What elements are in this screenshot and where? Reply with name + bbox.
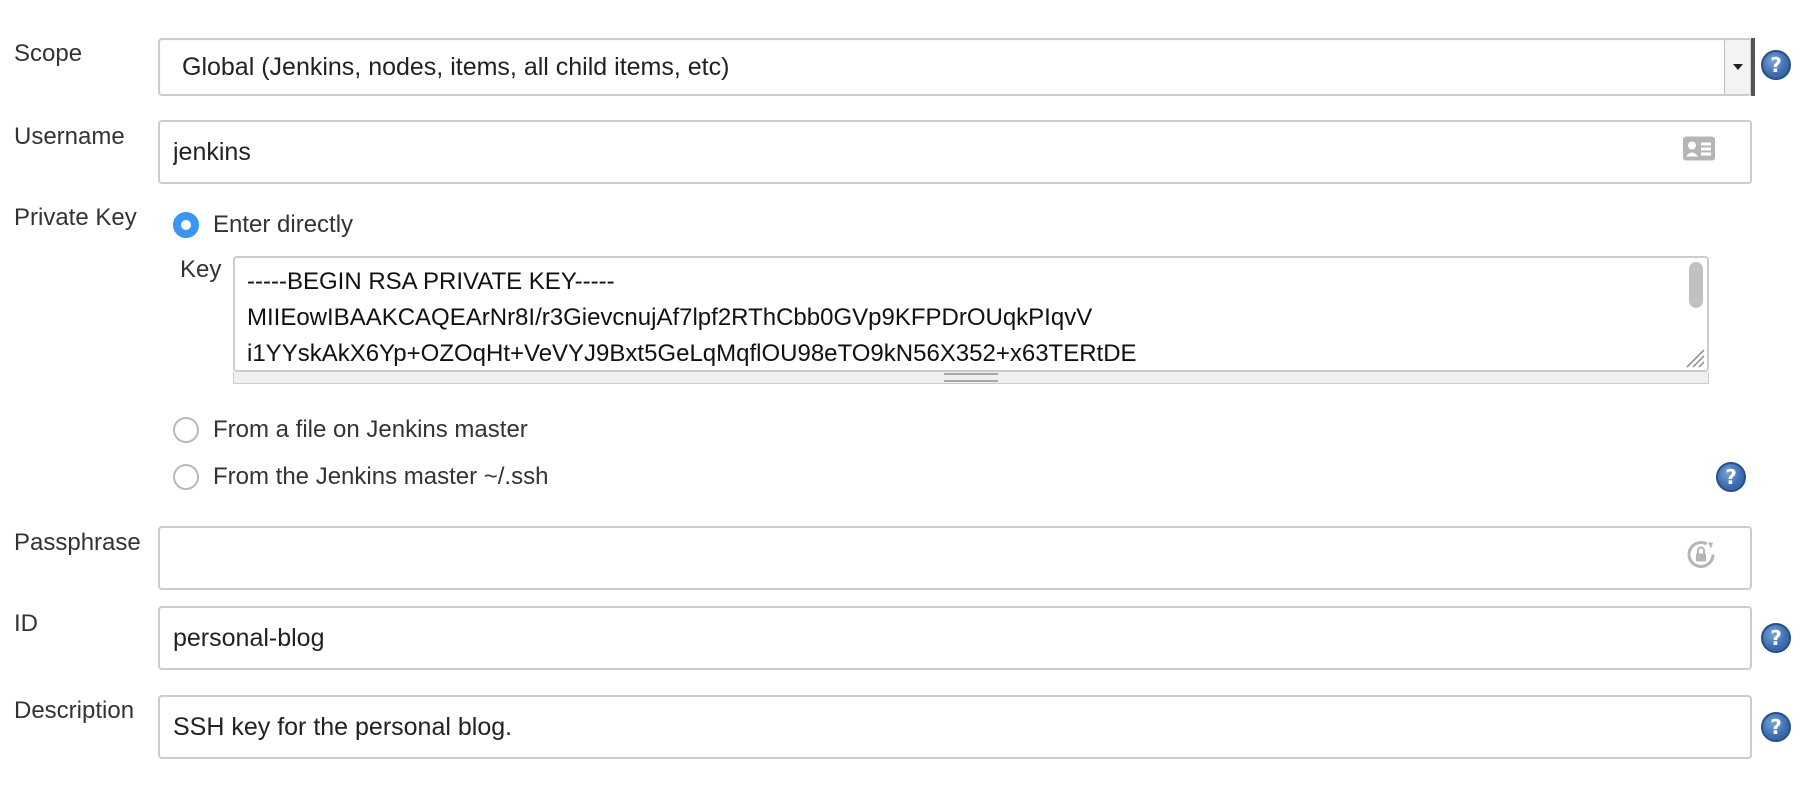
description-help-icon[interactable]: ?	[1761, 712, 1791, 742]
radio-enter-directly[interactable]: Enter directly	[173, 211, 353, 239]
chevron-down-icon[interactable]	[1724, 40, 1750, 94]
select-shadow	[1751, 38, 1755, 96]
scope-selected-value: Global (Jenkins, nodes, items, all child…	[182, 52, 730, 81]
scope-label: Scope	[14, 40, 83, 67]
radio-from-ssh[interactable]: From the Jenkins master ~/.ssh	[173, 463, 548, 491]
key-line: -----BEGIN RSA PRIVATE KEY-----	[247, 268, 615, 295]
key-line: MIIEowIBAAKCAQEArNr8I/r3GievcnujAf7lpf2R…	[247, 304, 1093, 331]
description-input[interactable]: SSH key for the personal blog.	[158, 695, 1752, 759]
passphrase-label: Passphrase	[14, 529, 141, 556]
description-value: SSH key for the personal blog.	[173, 712, 513, 741]
description-label: Description	[14, 697, 135, 724]
username-input[interactable]: jenkins	[158, 120, 1752, 184]
key-label: Key	[180, 256, 222, 283]
private-key-label: Private Key	[14, 204, 137, 231]
radio-from-file[interactable]: From a file on Jenkins master	[173, 416, 528, 444]
id-help-icon[interactable]: ?	[1761, 623, 1791, 653]
username-value: jenkins	[173, 137, 251, 166]
radio-enter-directly-label: Enter directly	[213, 211, 354, 238]
radio-checked-icon[interactable]	[173, 212, 199, 238]
textarea-resize-handle[interactable]	[233, 372, 1709, 384]
radio-from-file-label: From a file on Jenkins master	[213, 416, 528, 443]
passphrase-input[interactable]	[158, 526, 1752, 590]
private-key-help-icon[interactable]: ?	[1716, 462, 1746, 492]
private-key-textarea[interactable]: -----BEGIN RSA PRIVATE KEY----- MIIEowIB…	[233, 256, 1709, 372]
id-input[interactable]: personal-blog	[158, 606, 1752, 670]
textarea-scrollbar[interactable]	[1689, 262, 1703, 308]
id-value: personal-blog	[173, 623, 325, 652]
grip-lines-icon	[944, 373, 998, 382]
key-line: i1YYskAkX6Yp+OZOqHt+VeVYJ9Bxt5GeLqMqflOU…	[247, 340, 1137, 367]
scope-help-icon[interactable]: ?	[1761, 50, 1791, 80]
contact-card-icon	[1682, 136, 1716, 169]
radio-from-ssh-label: From the Jenkins master ~/.ssh	[213, 463, 549, 490]
lock-refresh-icon	[1686, 539, 1716, 578]
id-label: ID	[14, 610, 38, 637]
scope-select[interactable]: Global (Jenkins, nodes, items, all child…	[158, 38, 1752, 96]
username-label: Username	[14, 123, 125, 150]
radio-unchecked-icon[interactable]	[173, 417, 199, 443]
credentials-form: Scope Global (Jenkins, nodes, items, all…	[0, 0, 1808, 806]
radio-unchecked-icon[interactable]	[173, 464, 199, 490]
resize-grip-icon[interactable]	[1683, 346, 1705, 368]
